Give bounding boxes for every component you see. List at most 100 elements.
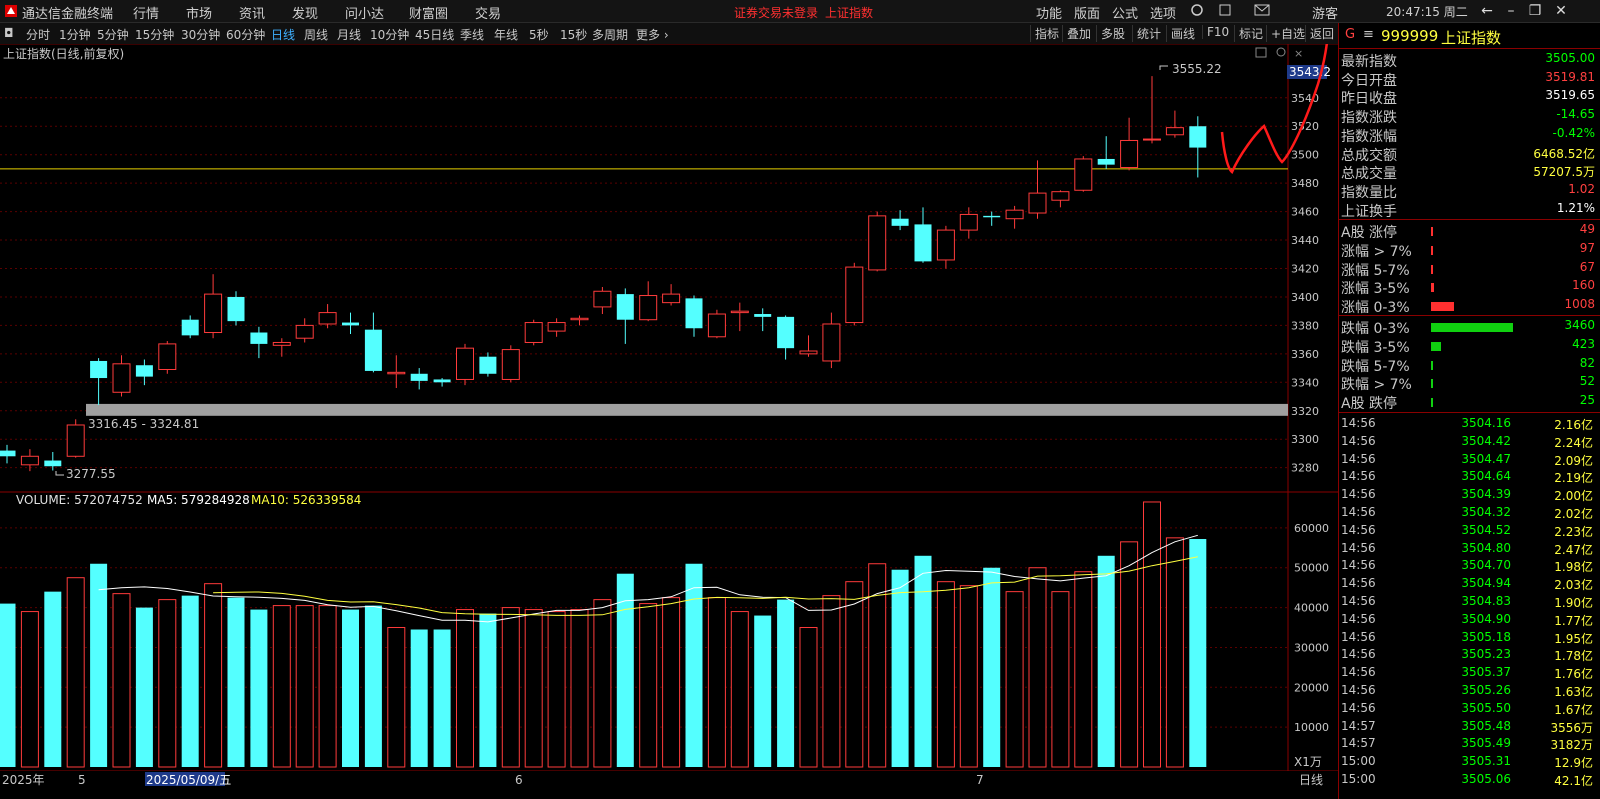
candle-body-down bbox=[754, 314, 772, 317]
tool-f10[interactable]: F10 bbox=[1202, 25, 1229, 39]
tick-row: 14:56 3504.80 2.47亿 bbox=[1341, 541, 1597, 559]
tool-mark[interactable]: 标记 bbox=[1234, 25, 1263, 42]
tick-price: 3504.47 bbox=[1461, 451, 1511, 466]
period-15sec[interactable]: 15秒 bbox=[560, 26, 587, 43]
tick-time: 14:56 bbox=[1341, 647, 1376, 662]
breadth-bar bbox=[1431, 245, 1433, 255]
tick-time: 14:56 bbox=[1341, 594, 1376, 608]
period-weekly[interactable]: 周线 bbox=[304, 26, 328, 43]
menu-item-options[interactable]: 选项 bbox=[1150, 3, 1176, 22]
quote-panel: G ≡ 999999 上证指数 最新指数 3505.00 今日开盘 3519.81 昨日… bbox=[1338, 23, 1600, 799]
tool-back[interactable]: 返回 bbox=[1305, 25, 1334, 42]
period-1min[interactable]: 1分钟 bbox=[59, 26, 91, 43]
candle-body-down bbox=[0, 450, 16, 457]
candle-body-up bbox=[639, 295, 658, 321]
breadth-down-row: A股 跌停 25 bbox=[1341, 393, 1597, 412]
period-5sec[interactable]: 5秒 bbox=[529, 26, 549, 43]
period-daily[interactable]: 日线 bbox=[271, 26, 295, 43]
breadth-count: 25 bbox=[1579, 393, 1595, 408]
tick-row: 14:56 3504.32 2.02亿 bbox=[1341, 505, 1597, 523]
app-logo-icon bbox=[4, 4, 18, 22]
date-label-year: 2025年 bbox=[2, 773, 45, 787]
guest-button[interactable]: 游客 bbox=[1312, 3, 1338, 22]
period-60min[interactable]: 60分钟 bbox=[226, 26, 265, 43]
volume-bar-down bbox=[44, 591, 62, 767]
menu-item-formula[interactable]: 公式 bbox=[1112, 3, 1138, 22]
tick-time: 14:56 bbox=[1341, 683, 1376, 697]
minimize-icon[interactable]: – bbox=[1500, 2, 1522, 20]
breadth-count: 52 bbox=[1579, 374, 1595, 389]
restore-icon[interactable]: ❐ bbox=[1524, 2, 1546, 20]
close-icon[interactable]: ✕ bbox=[1550, 2, 1572, 20]
panel-toggle-icon[interactable]: ◘ bbox=[4, 26, 14, 40]
tick-price: 3504.83 bbox=[1461, 594, 1511, 608]
volume-bar-down bbox=[891, 569, 909, 767]
tick-price: 3505.31 bbox=[1461, 754, 1511, 769]
period-10min[interactable]: 10分钟 bbox=[370, 26, 409, 43]
menu-lines-icon[interactable]: ≡ bbox=[1363, 27, 1374, 42]
breadth-count: 97 bbox=[1579, 240, 1595, 255]
stat-label: 上证换手 bbox=[1341, 203, 1397, 220]
period-more[interactable]: 更多 › bbox=[636, 26, 669, 43]
period-multi[interactable]: 多周期 bbox=[592, 26, 628, 43]
volume-bar-down bbox=[914, 555, 932, 767]
candle-body-down bbox=[227, 296, 245, 322]
menu-item-function[interactable]: 功能 bbox=[1036, 3, 1062, 22]
support-zone-band bbox=[86, 403, 1288, 416]
tool-indicator[interactable]: 指标 bbox=[1030, 25, 1059, 42]
menu-item-assistant[interactable]: 问小达 bbox=[345, 3, 384, 22]
tick-volume: 2.23亿 bbox=[1554, 524, 1593, 539]
volume-bar-up bbox=[547, 611, 566, 768]
tool-add-watchlist[interactable]: +自选 bbox=[1266, 25, 1305, 42]
refresh-icon[interactable] bbox=[1190, 3, 1204, 21]
volume-bar-down bbox=[433, 629, 451, 767]
price-tick-label: 3340 bbox=[1291, 376, 1319, 389]
breadth-down-row: 跌幅 > 7% 52 bbox=[1341, 374, 1597, 393]
period-intraday[interactable]: 分时 bbox=[26, 26, 50, 43]
candle-body-up bbox=[158, 343, 177, 371]
price-tick-label: 3300 bbox=[1291, 433, 1319, 446]
volume-bar-up bbox=[639, 603, 658, 768]
menu-item-trade[interactable]: 交易 bbox=[475, 3, 501, 22]
back-arrow-icon[interactable]: ← bbox=[1476, 2, 1498, 20]
period-30min[interactable]: 30分钟 bbox=[181, 26, 220, 43]
chart-window-controls[interactable]: × bbox=[1255, 47, 1303, 60]
period-45day[interactable]: 45日线 bbox=[415, 26, 454, 43]
tool-draw-line[interactable]: 画线 bbox=[1166, 25, 1195, 42]
volume-bar-down bbox=[0, 603, 16, 767]
tick-row: 14:56 3504.70 1.98亿 bbox=[1341, 558, 1597, 576]
stat-label: 指数量比 bbox=[1341, 184, 1397, 201]
stat-value: -0.42% bbox=[1552, 125, 1595, 140]
period-yearly[interactable]: 年线 bbox=[494, 26, 518, 43]
login-warning[interactable]: 证券交易未登录 bbox=[734, 4, 818, 21]
volume-bar-up bbox=[845, 581, 864, 768]
menu-item-news[interactable]: 资讯 bbox=[239, 3, 265, 22]
tick-price: 3504.80 bbox=[1461, 540, 1511, 555]
volume-bar-up bbox=[822, 595, 841, 768]
menu-item-market[interactable]: 行情 bbox=[133, 3, 159, 22]
stat-label: 总成交量 bbox=[1341, 166, 1397, 183]
kline-chart-area[interactable]: 上证指数(日线,前复权) × 3280 3300 3320 3340 3360 3380 3… bbox=[0, 44, 1338, 799]
tool-statistics[interactable]: 统计 bbox=[1132, 25, 1161, 42]
candle-body-up bbox=[959, 213, 978, 231]
candle-body-up bbox=[1074, 158, 1093, 191]
tool-overlay[interactable]: 叠加 bbox=[1062, 25, 1091, 42]
tool-multi-stock[interactable]: 多股 bbox=[1096, 25, 1125, 42]
tick-row: 14:56 3505.18 1.95亿 bbox=[1341, 630, 1597, 648]
candle-body-down bbox=[616, 294, 634, 320]
settings-icon[interactable] bbox=[1218, 3, 1232, 21]
kline-chart-svg[interactable]: 上证指数(日线,前复权) × 3280 3300 3320 3340 3360 3380 3… bbox=[0, 44, 1338, 799]
period-quarterly[interactable]: 季线 bbox=[460, 26, 484, 43]
menu-item-layout[interactable]: 版面 bbox=[1074, 3, 1100, 22]
period-monthly[interactable]: 月线 bbox=[337, 26, 361, 43]
menu-item-discover[interactable]: 发现 bbox=[292, 3, 318, 22]
candle-body-up bbox=[66, 424, 85, 457]
candle-body-up bbox=[295, 324, 314, 339]
volume-bar-up bbox=[1028, 567, 1047, 768]
volume-tick-label: 40000 bbox=[1294, 602, 1329, 615]
message-icon[interactable] bbox=[1254, 3, 1270, 21]
period-15min[interactable]: 15分钟 bbox=[135, 26, 174, 43]
menu-item-wealth[interactable]: 财富圈 bbox=[409, 3, 448, 22]
period-5min[interactable]: 5分钟 bbox=[97, 26, 129, 43]
menu-item-markets[interactable]: 市场 bbox=[186, 3, 212, 22]
